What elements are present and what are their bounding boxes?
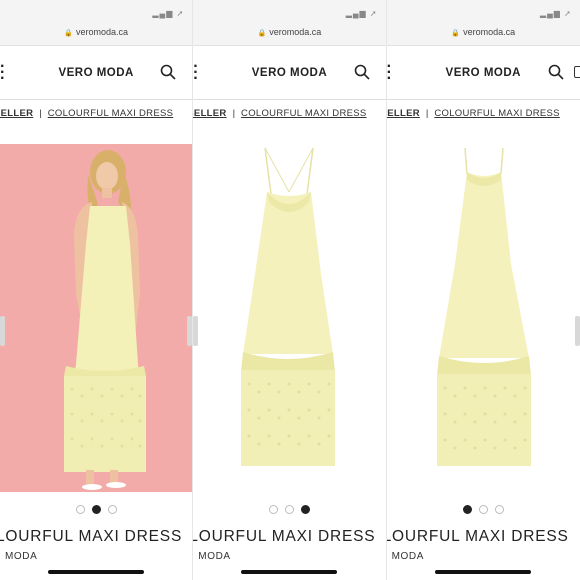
lock-icon: 🔒	[257, 30, 267, 37]
pagination-dot[interactable]	[268, 505, 278, 514]
breadcrumb-parent[interactable]: SELLER	[193, 108, 226, 119]
pagination-dot[interactable]	[478, 505, 488, 514]
breadcrumb-separator: |	[232, 108, 236, 119]
status-icons: ▂▄▆ ➚	[152, 9, 185, 18]
url-field[interactable]: 🔒 veromoda.ca	[0, 27, 192, 37]
phone-screen-2: ▂▄▆ ➚ 🔒veromoda.ca ··· VERO MODA SELLER |…	[193, 0, 387, 580]
product-brand: MODA	[391, 551, 424, 562]
status-icons: ▂▄▆ ➚	[539, 9, 572, 18]
phone-screen-3: ▂▄▆ ➚ 🔒veromoda.ca ··· VERO MODA SELLER |…	[386, 0, 580, 580]
home-indicator[interactable]	[435, 570, 532, 574]
browser-bar[interactable]: ▂▄▆ ➚ 🔒 veromoda.ca	[193, 0, 386, 46]
breadcrumb: SELLER | COLOURFUL MAXI DRESS	[0, 108, 173, 119]
breadcrumb-separator: |	[39, 108, 42, 119]
image-pagination	[193, 505, 385, 514]
shopping-bag-icon[interactable]	[573, 66, 580, 78]
url-field[interactable]: 🔒 veromoda.ca	[387, 27, 580, 37]
product-brand: MODA	[198, 551, 231, 562]
pagination-dot[interactable]	[75, 505, 85, 514]
status-icons: ▂▄▆ ➚	[345, 9, 378, 18]
image-pagination	[0, 505, 192, 514]
product-title: LOURFUL MAXI DRESS	[386, 528, 569, 545]
browser-bar[interactable]: ▂▄▆ ➚ 🔒 veromoda.ca	[0, 0, 193, 46]
phone-screen-1: ▂▄▆ ➚ 🔒veromoda.ca ··· VERO MODA SELLER |…	[0, 0, 194, 580]
next-image-arrow[interactable]	[187, 316, 193, 346]
screenshot-collage: ▂▄▆ ➚ 🔒veromoda.ca ··· VERO MODA SELLER|…	[0, 0, 580, 580]
site-header: · · · VERO MODA	[193, 46, 386, 100]
breadcrumb: SELLER | COLOURFUL MAXI DRESS	[193, 108, 366, 119]
url-text: veromoda.ca	[463, 27, 516, 37]
lock-icon: 🔒	[451, 30, 461, 37]
browser-bar[interactable]: ▂▄▆ ➚ 🔒 veromoda.ca	[386, 0, 580, 46]
product-brand: MODA	[5, 551, 38, 562]
url-text: veromoda.ca	[75, 27, 129, 37]
product-image-model[interactable]	[0, 144, 193, 492]
pagination-dot-active[interactable]	[91, 505, 101, 514]
pagination-dot[interactable]	[284, 505, 294, 514]
search-icon[interactable]	[160, 64, 176, 80]
breadcrumb-separator: |	[425, 108, 429, 119]
pagination-dot-active[interactable]	[300, 505, 310, 514]
product-title: LOURFUL MAXI DRESS	[193, 528, 376, 545]
prev-image-arrow[interactable]	[193, 316, 199, 346]
pagination-dot[interactable]	[494, 505, 504, 514]
next-image-arrow[interactable]	[574, 316, 580, 346]
breadcrumb-parent[interactable]: SELLER	[387, 108, 420, 119]
breadcrumb: SELLER | COLOURFUL MAXI DRESS	[387, 108, 560, 119]
product-title: LOURFUL MAXI DRESS	[0, 528, 183, 545]
breadcrumb-parent[interactable]: SELLER	[0, 108, 33, 119]
breadcrumb-current[interactable]: COLOURFUL MAXI DRESS	[48, 108, 173, 119]
pagination-dot-active[interactable]	[462, 505, 472, 514]
site-header: · · · VERO MODA	[386, 46, 580, 100]
prev-image-arrow[interactable]	[0, 316, 5, 346]
url-text: veromoda.ca	[269, 27, 322, 37]
search-icon[interactable]	[548, 64, 564, 80]
site-header: · · · VERO MODA	[0, 46, 193, 100]
url-field[interactable]: 🔒 veromoda.ca	[193, 27, 385, 37]
search-icon[interactable]	[354, 64, 370, 80]
product-image-dress-front[interactable]	[193, 144, 386, 492]
breadcrumb-current[interactable]: COLOURFUL MAXI DRESS	[434, 108, 559, 119]
breadcrumb-current[interactable]: COLOURFUL MAXI DRESS	[241, 108, 366, 119]
home-indicator[interactable]	[48, 570, 145, 574]
home-indicator[interactable]	[241, 570, 338, 574]
product-image-dress-back[interactable]	[386, 144, 580, 492]
pagination-dot[interactable]	[107, 505, 117, 514]
lock-icon: 🔒	[64, 30, 73, 37]
image-pagination	[387, 505, 580, 514]
